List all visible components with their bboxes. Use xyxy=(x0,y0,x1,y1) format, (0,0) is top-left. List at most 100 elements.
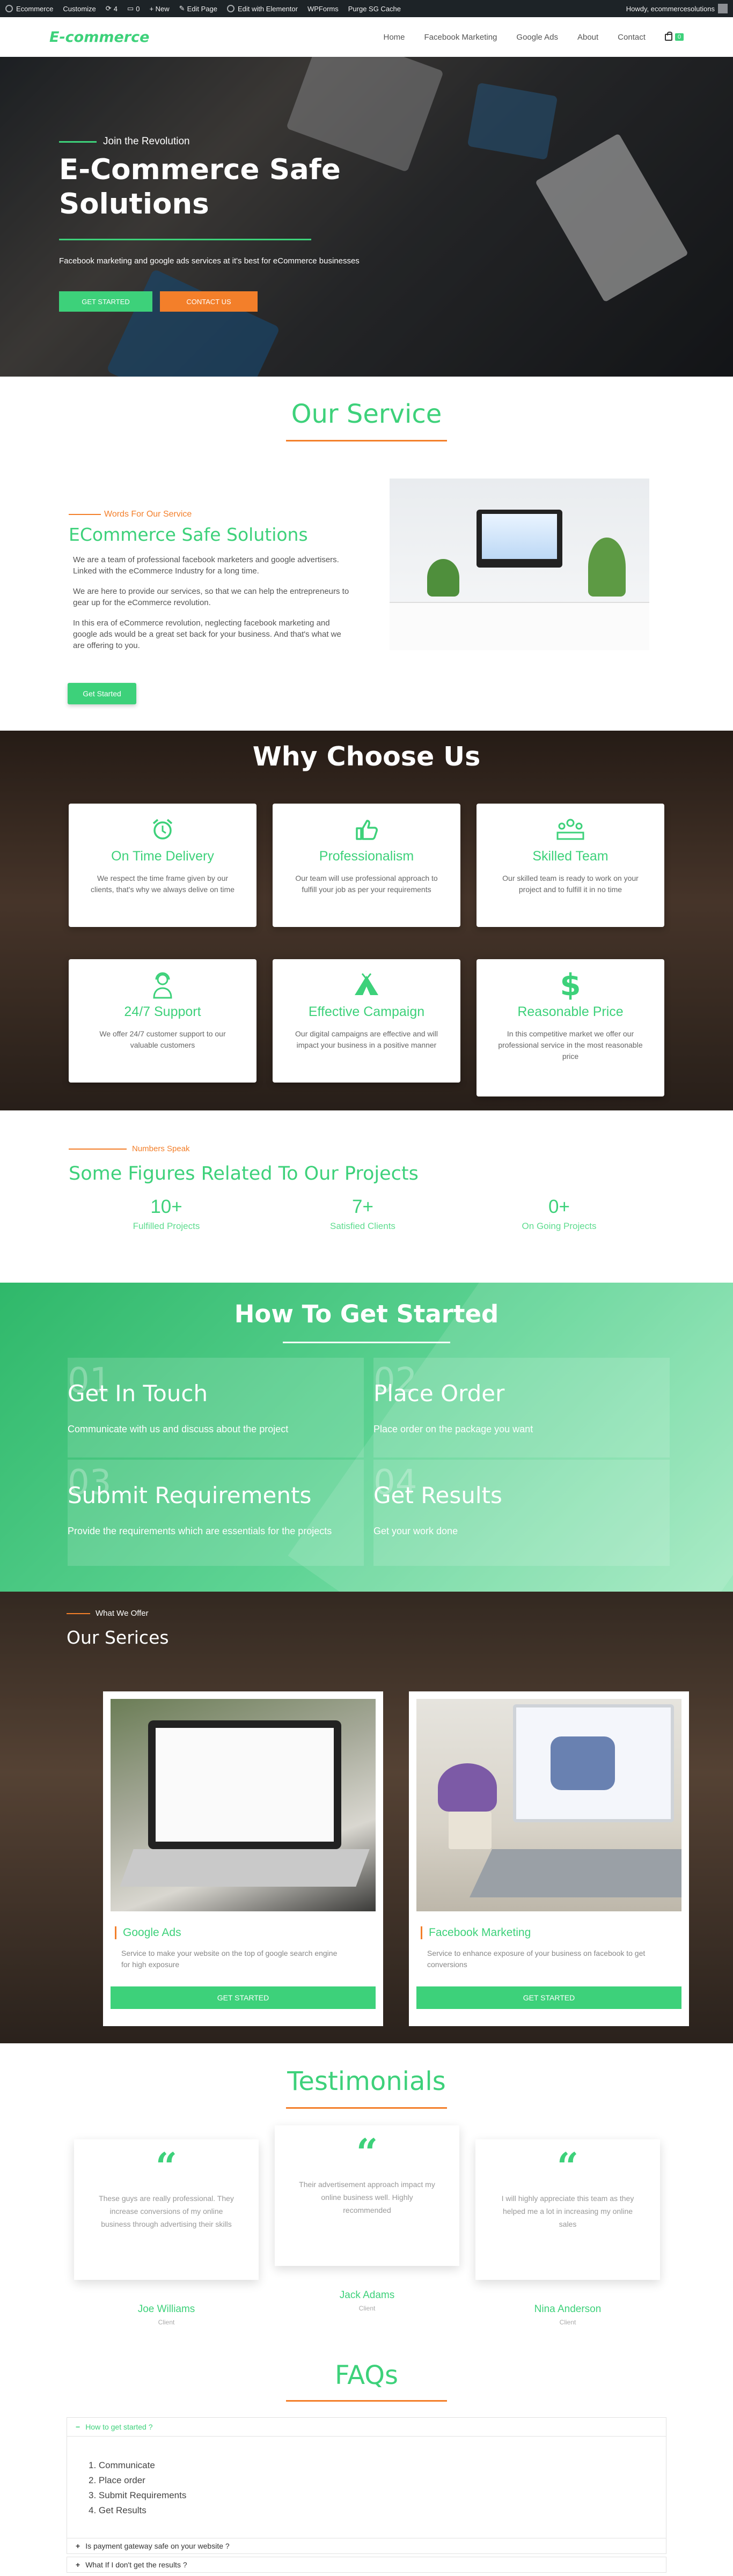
admin-bar-wpforms[interactable]: WPForms xyxy=(307,5,339,13)
hero-contact-button[interactable]: Contact Us xyxy=(160,291,258,312)
service-card-text: Service to enhance exposure of your busi… xyxy=(427,1949,646,1969)
eyebrow-line xyxy=(59,141,97,143)
faq-item[interactable]: + Is payment gateway safe on your website… xyxy=(67,2538,666,2554)
step-title: Place Order xyxy=(373,1380,505,1407)
admin-bar-updates[interactable]: ⟳ 4 xyxy=(106,4,118,13)
minus-icon: − xyxy=(76,2423,80,2431)
laptop-screen xyxy=(156,1728,334,1842)
new-label: + New xyxy=(149,4,170,13)
service-card-google-ads: Google Ads Service to make your website … xyxy=(103,1691,383,2026)
admin-bar: Ecommerce Customize ⟳ 4 ▭ 0 + New ✎ Edit Pa… xyxy=(0,0,733,17)
hero-divider xyxy=(59,239,311,240)
campground-icon xyxy=(273,969,460,1001)
facebook-marketing-image xyxy=(416,1699,681,1911)
step-card: 04 Get Results Get your work done xyxy=(373,1460,670,1566)
feature-card: Effective Campaign Our digital campaigns… xyxy=(273,959,460,1083)
service-image xyxy=(390,479,649,650)
nav-about[interactable]: About xyxy=(577,33,598,42)
plus-icon: + xyxy=(76,2542,80,2550)
feature-title: 24/7 Support xyxy=(124,1004,201,1019)
stat-label: Satisfied Clients xyxy=(330,1221,395,1231)
nav-home[interactable]: Home xyxy=(383,33,405,42)
stat-label: Fulfilled Projects xyxy=(133,1221,200,1231)
testimonial-name: Jack Adams xyxy=(339,2290,395,2301)
how-heading-underline xyxy=(283,1342,450,1343)
faq-item-open[interactable]: − How to get started ? xyxy=(67,2417,666,2437)
feature-title: Effective Campaign xyxy=(308,1004,425,1019)
offer-title: Our Serices xyxy=(67,1627,169,1648)
faq-answer-line: 4. Get Results xyxy=(89,2505,146,2515)
admin-bar-purge-cache[interactable]: Purge SG Cache xyxy=(348,5,401,13)
step-text: Communicate with us and discuss about th… xyxy=(68,1424,289,1434)
hero-title: E-Commerce Safe Solutions xyxy=(59,153,435,222)
facebook-marketing-get-started-button[interactable]: Get Started xyxy=(416,1986,681,2009)
nav-facebook-marketing[interactable]: Facebook Marketing xyxy=(424,33,497,42)
shopping-bag-icon xyxy=(664,31,672,41)
service-body: We are a team of professional facebook m… xyxy=(73,554,352,660)
admin-bar-customize[interactable]: Customize xyxy=(63,5,96,13)
faqs-heading-underline xyxy=(286,2400,447,2402)
step-card: 01 Get In Touch Communicate with us and … xyxy=(68,1358,364,1458)
faq-answer: 1. Communicate 2. Place order 3. Submit … xyxy=(67,2437,666,2547)
wpforms-label: WPForms xyxy=(307,4,339,13)
svg-text:$: $ xyxy=(560,969,581,1000)
edit-page-label: Edit Page xyxy=(187,4,217,13)
feature-text: We offer 24/7 customer support to our va… xyxy=(99,1029,226,1049)
faq-question: What If I don't get the results ? xyxy=(85,2560,187,2569)
service-card-text: Service to make your website on the top … xyxy=(121,1949,338,1969)
testimonial-quote: I will highly appreciate this team as th… xyxy=(501,2194,634,2228)
admin-bar-new[interactable]: + New xyxy=(149,5,169,13)
nav-google-ads[interactable]: Google Ads xyxy=(516,33,558,42)
admin-bar-elementor[interactable]: Edit with Elementor xyxy=(226,5,298,13)
step-card: 03 Submit Requirements Provide the requi… xyxy=(68,1460,364,1566)
feature-card: Skilled Team Our skilled team is ready t… xyxy=(477,804,664,927)
offer-eyebrow: What We Offer xyxy=(67,1609,149,1618)
nav-contact[interactable]: Contact xyxy=(618,33,646,42)
hero-title-line2: Solutions xyxy=(59,188,209,220)
desk-shape xyxy=(390,602,649,650)
elementor-icon xyxy=(226,5,234,12)
thumbs-up-icon xyxy=(551,1736,615,1790)
admin-bar-edit-page[interactable]: ✎ Edit Page xyxy=(179,4,217,13)
admin-bar-account[interactable]: Howdy, ecommercesolutions xyxy=(626,4,728,13)
why-choose-us-section: Why Choose Us On Time Delivery We respec… xyxy=(0,731,733,1110)
support-agent-icon xyxy=(69,969,256,1001)
faq-answer-line: 3. Submit Requirements xyxy=(89,2490,187,2500)
faq-item[interactable]: + What If I don't get the results ? xyxy=(67,2557,666,2573)
service-eyebrow: Words For Our Service xyxy=(69,510,192,519)
site-logo[interactable]: E-commerce xyxy=(49,29,149,46)
admin-bar-comments[interactable]: ▭ 0 xyxy=(127,4,140,13)
admin-bar-site[interactable]: Ecommerce xyxy=(5,5,53,13)
why-heading: Why Choose Us xyxy=(252,741,481,772)
stat-value: 10+ xyxy=(150,1196,182,1217)
google-ads-image xyxy=(111,1699,376,1911)
service-title: ECommerce Safe Solutions xyxy=(69,524,308,545)
google-ads-get-started-button[interactable]: Get Started xyxy=(111,1986,376,2009)
monitor-screen xyxy=(482,514,557,559)
hero-title-line1: E-Commerce Safe xyxy=(59,153,341,186)
feature-title: On Time Delivery xyxy=(111,849,214,864)
purge-cache-label: Purge SG Cache xyxy=(348,4,401,13)
offer-eyebrow-text: What We Offer xyxy=(96,1609,149,1618)
figures-eyebrow: Numbers Speak xyxy=(69,1144,190,1153)
testimonial-role: Client xyxy=(559,2319,576,2326)
stat-ongoing-projects: 0+ On Going Projects xyxy=(479,1196,640,1232)
stat-value: 0+ xyxy=(548,1196,570,1217)
how-to-get-started-section: How To Get Started 01 Get In Touch Commu… xyxy=(0,1283,733,1592)
team-icon xyxy=(477,813,664,845)
faqs-heading: FAQs xyxy=(335,2360,398,2390)
service-get-started-button[interactable]: Get Started xyxy=(68,683,136,704)
plant-shape xyxy=(438,1763,497,1812)
stat-label: On Going Projects xyxy=(522,1221,597,1231)
hero-get-started-button[interactable]: Get Started xyxy=(59,291,152,312)
step-text: Get your work done xyxy=(373,1526,458,1536)
figures-eyebrow-text: Numbers Speak xyxy=(132,1144,190,1153)
hero-eyebrow: Join the Revolution xyxy=(59,136,435,148)
testimonial-card: “ I will highly appreciate this team as … xyxy=(475,2139,660,2280)
cart-count: 0 xyxy=(675,33,684,41)
step-title: Get In Touch xyxy=(68,1380,208,1407)
main-nav: Home Facebook Marketing Google Ads About… xyxy=(364,31,684,42)
plus-icon: + xyxy=(76,2560,80,2569)
cart-button[interactable]: 0 xyxy=(664,31,684,41)
feature-text: In this competitive market we offer our … xyxy=(498,1029,643,1061)
